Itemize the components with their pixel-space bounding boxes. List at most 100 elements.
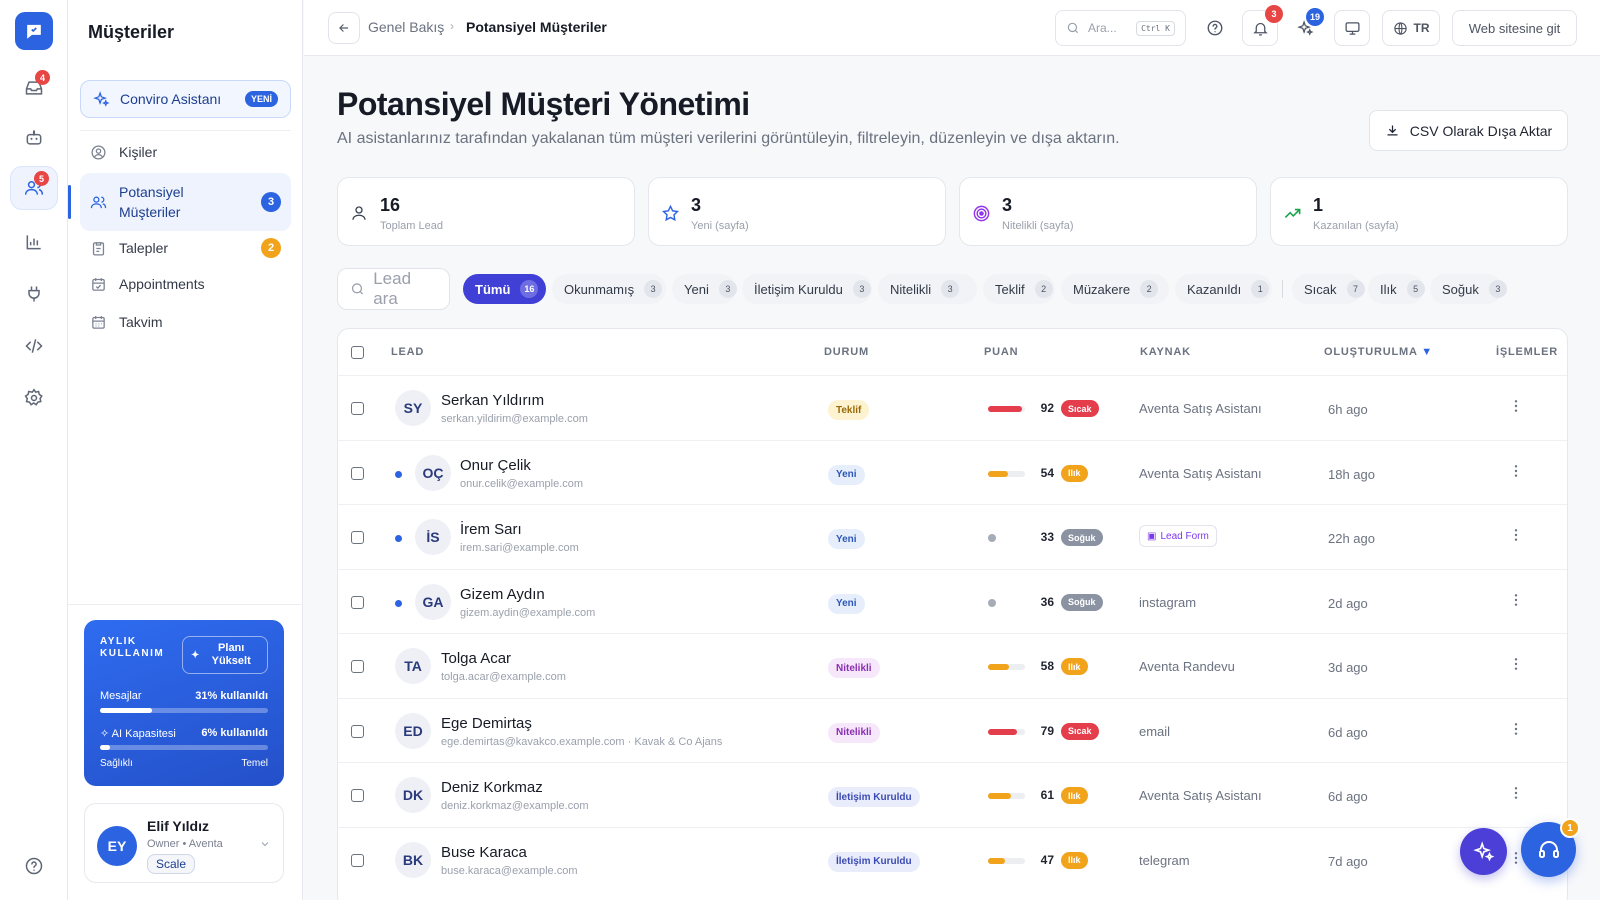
column-header-status[interactable]: DURUM [824,346,869,358]
language-button[interactable]: TR [1382,10,1440,46]
filter-chip[interactable]: İletişim Kuruldu 3 [742,274,872,304]
lead-name[interactable]: Deniz Korkmaz [441,779,543,796]
rail-analytics[interactable] [10,220,58,264]
lead-name[interactable]: Serkan Yıldırım [441,392,544,409]
table-row[interactable]: İS İrem Sarı irem.sari@example.com Yeni 33 So… [338,504,1567,569]
select-all-checkbox[interactable] [351,346,364,359]
help-icon [1207,20,1223,36]
table-row[interactable]: OÇ Onur Çelik onur.celik@example.com Yeni 54… [338,439,1567,505]
search-icon [1067,22,1079,34]
support-fab[interactable]: 1 [1521,818,1580,877]
row-checkbox[interactable] [351,853,364,867]
sidebar-item-talepler[interactable]: Talepler 2 [80,230,291,266]
kebab-icon [1514,787,1518,799]
new-badge: YENİ [244,91,278,107]
filter-chip[interactable]: Kazanıldı 1 [1175,274,1272,304]
breadcrumb-separator: › [450,19,454,33]
help-button[interactable] [1198,10,1232,46]
row-checkbox[interactable] [351,531,364,544]
filter-chip[interactable]: Sıcak 7 [1292,274,1365,304]
row-checkbox[interactable] [351,595,364,609]
more-actions-button[interactable] [1508,527,1524,543]
filter-chip[interactable]: Yeni 3 [672,274,737,304]
column-header-created[interactable]: OLUŞTURULMA ▼ [1324,346,1433,358]
user-card[interactable]: EY Elif Yıldız Owner • Aventa Scale [84,803,284,883]
lead-name[interactable]: Ege Demirtaş [441,715,532,732]
status-badge: Nitelikli [828,658,880,678]
website-button[interactable]: Web sitesine git [1452,10,1577,46]
sidebar-item-potansiyel-musteriler[interactable]: Potansiyel Müşteriler 3 [68,173,291,231]
column-header-source[interactable]: KAYNAK [1140,346,1191,358]
created-time: 6d ago [1328,789,1368,804]
more-actions-button[interactable] [1508,785,1524,801]
stat-value: 16 [380,195,401,215]
more-actions-button[interactable] [1508,592,1524,608]
column-header-actions: İŞLEMLER [1496,346,1559,358]
lead-name[interactable]: Onur Çelik [460,457,531,474]
rail-contacts[interactable]: 5 [10,166,58,210]
sidebar-item-takvim[interactable]: Takvim [80,304,291,340]
notifications-button[interactable]: 3 [1242,5,1283,46]
stat-label: Yeni (sayfa) [691,220,749,232]
filter-chip[interactable]: Teklif 2 [983,274,1055,304]
sparkle-icon: ✧ [100,728,112,740]
filter-chip[interactable]: Okunmamış 3 [552,274,666,304]
avatar: İS [415,519,451,555]
table-row[interactable]: GA Gizem Aydın gizem.aydin@example.com Yeni… [338,568,1567,634]
export-csv-button[interactable]: CSV Olarak Dışa Aktar [1369,110,1568,151]
sidebar-item-appointments[interactable]: Appointments [80,266,291,302]
ai-activity-button[interactable]: 19 [1288,8,1324,46]
column-header-lead[interactable]: LEAD [391,346,424,358]
sidebar-item-kisiler[interactable]: Kişiler [80,134,291,170]
app-logo-icon[interactable] [15,12,53,50]
rail-developer[interactable] [10,324,58,368]
lead-name[interactable]: Buse Karaca [441,844,527,861]
filter-chip[interactable]: Müzakere 2 [1061,274,1169,304]
filter-chip[interactable]: Ilık 5 [1368,274,1425,304]
rail-settings[interactable] [10,376,58,420]
temperature-badge: Ilık [1061,658,1088,675]
sidebar-item-label: Takvim [119,314,163,330]
table-row[interactable]: TA Tolga Acar tolga.acar@example.com Niteli… [338,633,1567,698]
row-checkbox[interactable] [351,724,364,738]
lead-name[interactable]: İrem Sarı [460,521,522,538]
column-header-score[interactable]: PUAN [984,346,1018,358]
row-checkbox[interactable] [351,660,364,673]
global-search[interactable]: Ara... Ctrl K [1055,10,1186,46]
kebab-icon [1514,593,1518,606]
filter-chip[interactable]: Nitelikli 3 [878,274,977,304]
rail-bots[interactable] [10,116,58,160]
avatar: TA [395,648,431,684]
table-row[interactable]: SY Serkan Yıldırım serkan.yildirim@example… [338,375,1567,440]
more-actions-button[interactable] [1508,721,1524,737]
table-row[interactable]: DK Deniz Korkmaz deniz.korkmaz@example.com… [338,762,1567,827]
ai-assistant-fab[interactable] [1460,828,1507,875]
rail-help[interactable] [10,844,58,888]
upgrade-button[interactable]: ✦ Planı Yükselt [182,636,268,674]
row-checkbox[interactable] [351,402,364,415]
row-checkbox[interactable] [351,789,364,802]
more-actions-button[interactable] [1508,463,1524,479]
rail-integrations[interactable] [10,272,58,316]
assistant-button[interactable]: Conviro Asistanı YENİ [80,80,291,118]
display-button[interactable] [1334,10,1370,46]
filter-chip[interactable]: Soğuk 3 [1430,274,1507,304]
rail-inbox[interactable]: 4 [10,66,58,110]
table-row[interactable]: BK Buse Karaca buse.karaca@example.com İlet… [338,826,1567,892]
lead-name[interactable]: Gizem Aydın [460,586,545,603]
sidebar-item-label: Potansiyel Müşteriler [119,184,184,220]
breadcrumb-parent[interactable]: Genel Bakış [368,19,444,35]
notifications-badge: 3 [1265,5,1283,23]
back-button[interactable] [328,12,360,44]
filter-chip[interactable]: Tümü 16 [463,274,546,304]
avatar: OÇ [415,454,451,491]
lead-name[interactable]: Tolga Acar [441,650,511,667]
lead-source: Aventa Satış Asistanı [1139,401,1262,416]
help-icon [25,857,43,875]
table-row[interactable]: ED Ege Demirtaş ege.demirtas@kavakco.examp… [338,697,1567,763]
lead-search-input[interactable]: Lead ara [337,268,450,310]
target-icon [973,205,990,222]
more-actions-button[interactable] [1508,656,1524,672]
more-actions-button[interactable] [1508,398,1524,414]
row-checkbox[interactable] [351,466,364,480]
